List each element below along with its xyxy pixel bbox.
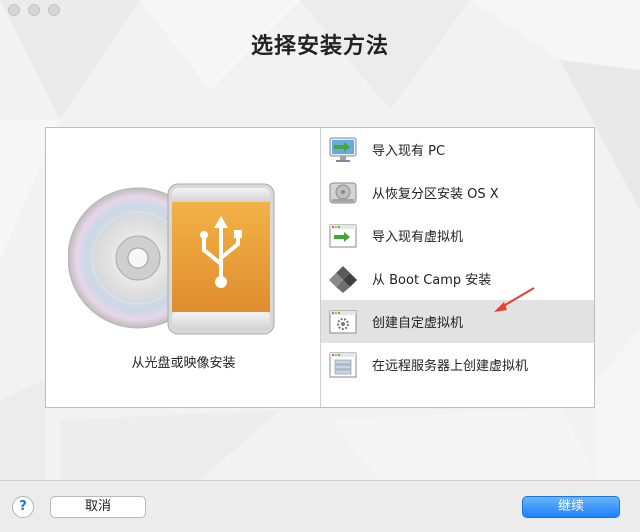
option-remote-server[interactable]: 在远程服务器上创建虚拟机 [321, 343, 594, 386]
option-boot-camp[interactable]: 从 Boot Camp 安装 [321, 257, 594, 300]
install-method-list: 导入现有 PC 从恢复分区安装 OS X 导入现有虚拟机 从 Boot Camp… [321, 128, 594, 407]
option-custom-vm[interactable]: 创建自定虚拟机 [321, 300, 594, 343]
option-import-pc-label: 导入现有 PC [372, 144, 446, 159]
continue-button[interactable]: 继续 [522, 496, 620, 518]
option-boot-camp-label: 从 Boot Camp 安装 [372, 273, 492, 288]
footer-bar: ? 取消 继续 [0, 480, 640, 532]
custom-vm-icon [328, 307, 358, 337]
install-from-disc-option[interactable]: 从光盘或映像安装 [46, 128, 321, 407]
option-import-pc[interactable]: 导入现有 PC [321, 128, 594, 171]
boot-camp-icon [328, 264, 358, 294]
cancel-button[interactable]: 取消 [50, 496, 146, 518]
hard-drive-icon [328, 178, 358, 208]
remote-server-icon [328, 350, 358, 380]
window-controls [8, 4, 60, 16]
option-import-vm-label: 导入现有虚拟机 [372, 230, 464, 245]
help-button[interactable]: ? [12, 496, 34, 518]
option-import-vm[interactable]: 导入现有虚拟机 [321, 214, 594, 257]
vm-import-icon [328, 221, 358, 251]
install-method-window: 选择安装方法 从光盘或映像安装 导入现有 PC 从恢复分区安装 OS X 导入现… [0, 0, 640, 532]
monitor-import-icon [328, 135, 358, 165]
install-options-panel: 从光盘或映像安装 导入现有 PC 从恢复分区安装 OS X 导入现有虚拟机 从 … [45, 127, 595, 408]
option-recovery-partition[interactable]: 从恢复分区安装 OS X [321, 171, 594, 214]
install-from-disc-label: 从光盘或映像安装 [131, 356, 236, 371]
window-title: 选择安装方法 [250, 34, 389, 59]
zoom-window-button[interactable] [48, 4, 60, 16]
option-custom-vm-label: 创建自定虚拟机 [372, 316, 464, 331]
minimize-window-button[interactable] [28, 4, 40, 16]
close-window-button[interactable] [8, 4, 20, 16]
disc-and-usb-icon [68, 183, 275, 335]
annotation-arrow-icon [494, 287, 535, 312]
option-remote-server-label: 在远程服务器上创建虚拟机 [372, 359, 529, 374]
option-recovery-partition-label: 从恢复分区安装 OS X [372, 187, 499, 202]
